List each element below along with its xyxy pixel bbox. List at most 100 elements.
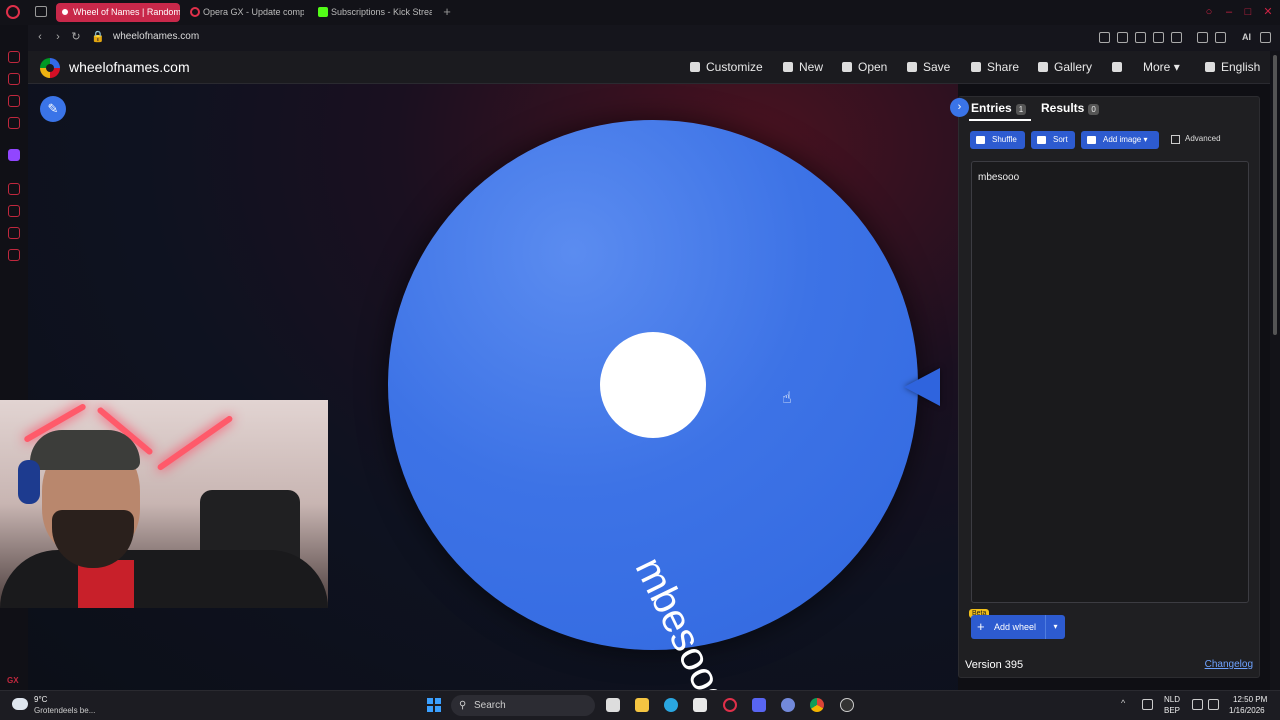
chevron-down-icon[interactable]: ▾ xyxy=(1045,615,1065,639)
news-icon[interactable] xyxy=(8,117,20,129)
network-icon[interactable] xyxy=(1192,699,1203,710)
close-window-icon[interactable]: ✕ xyxy=(1261,5,1275,19)
heart-icon[interactable] xyxy=(1171,32,1182,43)
save-label: Save xyxy=(923,60,951,74)
share-label: Share xyxy=(987,60,1020,74)
save-button[interactable]: Save xyxy=(907,60,950,74)
open-button[interactable]: Open xyxy=(842,60,887,74)
opera-logo-icon[interactable] xyxy=(6,5,20,19)
input-language[interactable]: NLD xyxy=(1164,695,1180,704)
tab-results[interactable]: Results 0 xyxy=(1041,101,1099,115)
version-text: Version 395 xyxy=(965,659,1024,671)
add-wheel-button[interactable]: + Add wheel ▾ xyxy=(971,615,1065,639)
site-name[interactable]: wheelofnames.com xyxy=(69,59,190,75)
snapshot-icon[interactable] xyxy=(1117,32,1128,43)
language-button[interactable]: English xyxy=(1205,60,1260,74)
windows-taskbar: 9°C Grotendeels be... ⚲ Search ^ NLD BEP… xyxy=(0,690,1280,720)
gallery-button[interactable]: Gallery xyxy=(1038,60,1092,74)
edge-icon[interactable] xyxy=(664,698,678,712)
url-field[interactable]: wheelofnames.com xyxy=(113,31,199,42)
search-tabs-icon[interactable]: ○ xyxy=(1202,5,1216,19)
wheel-center-hub[interactable] xyxy=(600,332,706,438)
taskbar-search[interactable]: ⚲ Search xyxy=(451,695,595,716)
customize-button[interactable]: Customize xyxy=(690,60,763,74)
wheel-logo-icon[interactable] xyxy=(40,58,60,78)
app-taskbar-icon[interactable] xyxy=(752,698,766,712)
browser-tab-kick[interactable]: Subscriptions - Kick Strea xyxy=(314,3,432,22)
adblock-icon[interactable] xyxy=(1135,32,1146,43)
weather-description[interactable]: Grotendeels be... xyxy=(34,706,95,715)
chevron-down-icon: ▾ xyxy=(1143,135,1148,144)
gx-logo-icon[interactable]: GX xyxy=(7,676,19,685)
discord-icon[interactable] xyxy=(781,698,795,712)
fullscreen-button[interactable] xyxy=(1112,60,1128,74)
sort-button[interactable]: Sort xyxy=(1031,131,1075,149)
bookmark-icon[interactable] xyxy=(1099,32,1110,43)
name-wheel[interactable]: mbesooo xyxy=(388,120,918,718)
back-icon[interactable]: ‹ xyxy=(33,30,47,44)
wallet-icon[interactable] xyxy=(1197,32,1208,43)
tab-label: Subscriptions - Kick Strea xyxy=(331,7,432,17)
streamer-cap xyxy=(30,430,140,470)
cloud-icon[interactable] xyxy=(12,698,28,710)
windows-start-icon[interactable] xyxy=(427,698,441,712)
microphone-icon[interactable] xyxy=(1142,699,1153,710)
chrome-icon[interactable] xyxy=(810,698,824,712)
new-button[interactable]: New xyxy=(783,60,823,74)
settings-gear-icon[interactable] xyxy=(8,249,20,261)
weather-temperature[interactable]: 9°C xyxy=(34,695,47,704)
twitch-icon[interactable] xyxy=(8,149,20,161)
collapse-panel-chevron-icon[interactable]: › xyxy=(950,98,969,117)
streamer-body xyxy=(0,550,328,608)
player-sidebar-icon[interactable] xyxy=(8,183,20,195)
browser-tab-opera-gx[interactable]: Opera GX - Update comp xyxy=(186,3,304,22)
gx-cleaner-icon[interactable] xyxy=(8,73,20,85)
add-wheel-label: Add wheel xyxy=(994,622,1037,632)
opera-favicon-icon xyxy=(190,7,200,17)
messenger-icon[interactable] xyxy=(8,95,20,107)
minimize-icon[interactable]: – xyxy=(1222,5,1236,19)
reload-icon[interactable]: ↻ xyxy=(69,30,83,44)
file-explorer-icon[interactable] xyxy=(635,698,649,712)
obs-icon[interactable] xyxy=(840,698,854,712)
more-button[interactable]: More ▾ xyxy=(1143,60,1180,74)
entry-line: mbesooo xyxy=(978,172,1020,183)
search-icon xyxy=(1038,62,1048,72)
share-button[interactable]: Share xyxy=(971,60,1019,74)
download-icon[interactable] xyxy=(1215,32,1226,43)
changelog-link[interactable]: Changelog xyxy=(1205,659,1253,670)
input-layout[interactable]: BEP xyxy=(1164,706,1180,715)
chat-icon[interactable] xyxy=(8,227,20,239)
add-image-button[interactable]: Add image ▾ xyxy=(1081,131,1159,149)
shuffle-icon xyxy=(976,136,985,144)
advanced-checkbox[interactable] xyxy=(1171,135,1180,144)
new-tab-plus-icon[interactable]: + xyxy=(440,5,454,19)
aria-ai-button[interactable]: AI xyxy=(1242,32,1251,42)
menu-icon[interactable] xyxy=(1260,32,1271,43)
tray-overflow-chevron-icon[interactable]: ^ xyxy=(1121,698,1125,708)
sort-icon xyxy=(1037,136,1046,144)
wheel-favicon-icon xyxy=(60,7,70,17)
clock-time[interactable]: 12:50 PM xyxy=(1233,695,1267,704)
tab-label: Wheel of Names | Random xyxy=(73,7,180,17)
tab-menu-icon[interactable] xyxy=(35,6,47,17)
scrollbar-thumb[interactable] xyxy=(1273,55,1277,335)
shuffle-button[interactable]: Shuffle xyxy=(970,131,1025,149)
player-icon[interactable] xyxy=(1153,32,1164,43)
maximize-icon[interactable]: □ xyxy=(1241,5,1255,19)
store-icon[interactable] xyxy=(693,698,707,712)
opera-gx-taskbar-icon[interactable] xyxy=(723,698,737,712)
save-icon xyxy=(907,62,917,72)
edit-pencil-icon[interactable]: ✎ xyxy=(40,96,66,122)
clock-date[interactable]: 1/16/2026 xyxy=(1229,706,1265,715)
page-scrollbar[interactable] xyxy=(1270,51,1280,690)
folder-icon xyxy=(842,62,852,72)
browser-tab-wheel-of-names[interactable]: Wheel of Names | Random xyxy=(56,3,180,22)
task-view-icon[interactable] xyxy=(606,698,620,712)
history-icon[interactable] xyxy=(8,205,20,217)
entries-textarea[interactable]: mbesooo xyxy=(971,161,1249,603)
tab-entries[interactable]: Entries 1 xyxy=(971,101,1027,115)
gx-control-icon[interactable] xyxy=(8,51,20,63)
forward-icon[interactable]: › xyxy=(51,30,65,44)
volume-icon[interactable] xyxy=(1208,699,1219,710)
